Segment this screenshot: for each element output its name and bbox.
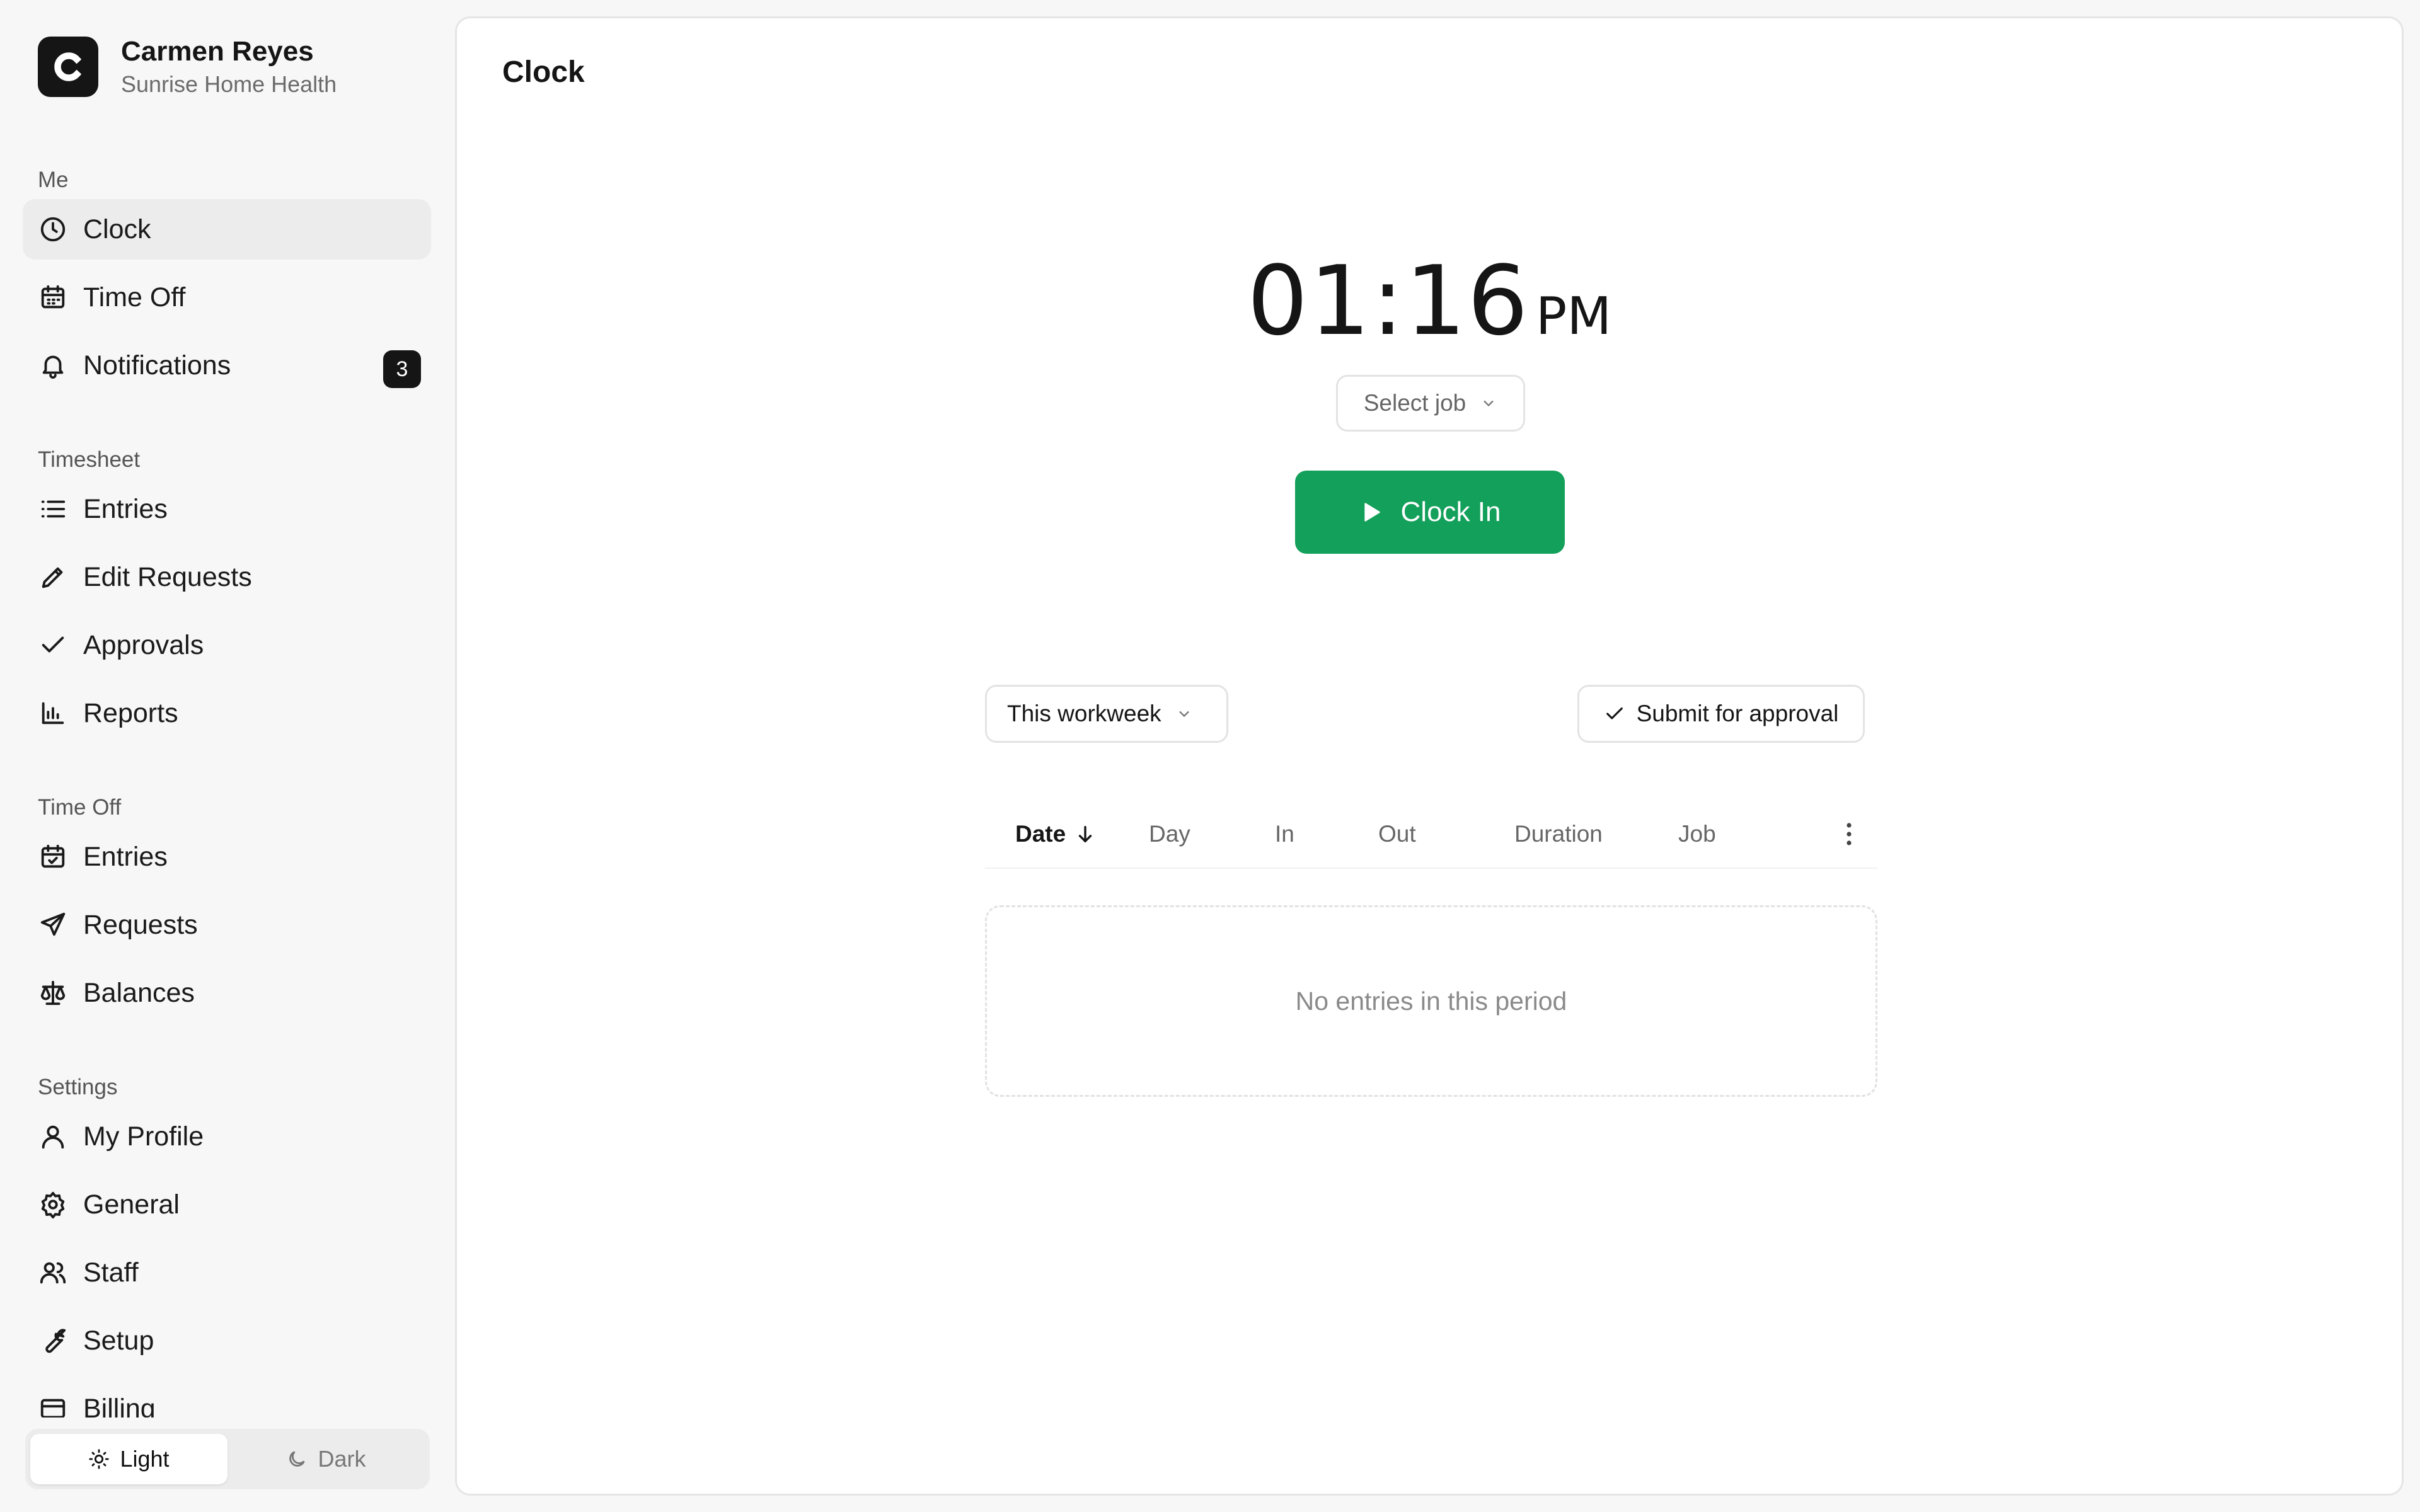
bell-icon <box>38 350 68 381</box>
nav-scroll-area[interactable]: Me Clock Time Off Notifications 3 Timesh… <box>0 0 452 1418</box>
sidebar-item-billing[interactable]: Billing <box>23 1378 431 1418</box>
clock-in-button[interactable]: Clock In <box>1295 471 1565 554</box>
clock-ampm: PM <box>1535 287 1612 346</box>
check-icon <box>1606 707 1623 719</box>
sidebar-item-reports[interactable]: Reports <box>23 683 431 743</box>
column-header-label: Date <box>1015 821 1066 847</box>
table-header: Date Day In Out Duration Job <box>985 799 1877 869</box>
chevron-down-icon <box>1484 400 1494 407</box>
column-header-label: In <box>1275 821 1294 847</box>
nav-section-time-off: Time Off Entries Requests Balances <box>0 791 452 1023</box>
calendar-check-icon <box>38 842 68 872</box>
theme-dark-label: Dark <box>318 1446 366 1472</box>
theme-light-label: Light <box>120 1446 170 1472</box>
sidebar-item-my-profile[interactable]: My Profile <box>23 1106 431 1167</box>
sidebar-item-edit-requests[interactable]: Edit Requests <box>23 547 431 607</box>
sidebar-item-label: My Profile <box>83 1121 204 1152</box>
user-icon <box>38 1121 68 1152</box>
column-header-label: Out <box>1378 821 1416 847</box>
column-header-out[interactable]: Out <box>1378 799 1416 869</box>
sidebar-item-label: Time Off <box>83 282 186 312</box>
sidebar-item-approvals[interactable]: Approvals <box>23 615 431 675</box>
theme-toggle: Light Dark <box>25 1429 430 1489</box>
sidebar-item-label: Requests <box>83 909 198 940</box>
empty-state: No entries in this period <box>985 905 1877 1097</box>
credit-card-icon <box>38 1394 68 1418</box>
sidebar-item-notifications[interactable]: Notifications 3 <box>23 335 431 396</box>
check-icon <box>38 630 68 660</box>
nav-section-settings: Settings My Profile General Staff Setup … <box>0 1071 452 1418</box>
kebab-icon <box>1847 823 1852 845</box>
sidebar-item-label: Entries <box>83 493 168 524</box>
sidebar-item-label: Staff <box>83 1257 139 1288</box>
column-header-label: Duration <box>1514 821 1603 847</box>
job-select[interactable]: Select job <box>1336 375 1525 432</box>
play-icon <box>1364 503 1380 522</box>
moon-icon <box>289 1451 306 1467</box>
submit-label: Submit for approval <box>1636 701 1839 726</box>
sun-icon <box>89 1449 110 1469</box>
notification-count-badge: 3 <box>383 350 421 388</box>
sidebar-item-requests[interactable]: Requests <box>23 895 431 955</box>
clock-in-label: Clock In <box>1400 496 1501 527</box>
arrow-down-icon <box>1079 825 1092 843</box>
sidebar-item-label: General <box>83 1189 180 1220</box>
chevron-down-icon <box>1178 711 1189 718</box>
sidebar-item-label: Edit Requests <box>83 561 252 592</box>
sidebar-item-time-off[interactable]: Time Off <box>23 267 431 328</box>
submit-for-approval-button[interactable]: Submit for approval <box>1577 685 1865 743</box>
sidebar-item-label: Entries <box>83 841 168 872</box>
page-title: Clock <box>502 55 585 89</box>
nav-section-title: Timesheet <box>38 447 141 472</box>
sidebar-item-label: Setup <box>83 1325 154 1356</box>
period-select[interactable]: This workweek <box>985 685 1228 743</box>
sidebar-item-label: Notifications <box>83 350 231 381</box>
gear-icon <box>38 1189 68 1220</box>
main-panel: Clock 01:16 PM Select job Clock In This w… <box>455 16 2404 1496</box>
sidebar: Carmen Reyes Sunrise Home Health Me Cloc… <box>0 0 452 1512</box>
nav-section-title: Time Off <box>38 795 122 820</box>
list-icon <box>38 494 68 524</box>
nav-section-title: Me <box>38 168 69 192</box>
column-header-in[interactable]: In <box>1275 799 1294 869</box>
pencil-icon <box>38 562 68 592</box>
sidebar-item-balances[interactable]: Balances <box>23 963 431 1023</box>
sidebar-item-label: Balances <box>83 977 195 1008</box>
users-icon <box>38 1257 68 1288</box>
column-header-label: Day <box>1149 821 1190 847</box>
sidebar-item-staff[interactable]: Staff <box>23 1242 431 1303</box>
nav-section-timesheet: Timesheet Entries Edit Requests Approval… <box>0 444 452 743</box>
calendar-icon <box>38 282 68 312</box>
sidebar-item-label: Billing <box>83 1393 156 1418</box>
period-select-value: This workweek <box>1007 701 1161 726</box>
column-header-duration[interactable]: Duration <box>1514 799 1603 869</box>
sidebar-item-time-off-entries[interactable]: Entries <box>23 827 431 887</box>
sidebar-item-label: Approvals <box>83 629 204 660</box>
column-header-job[interactable]: Job <box>1678 799 1716 869</box>
sidebar-item-timesheet-entries[interactable]: Entries <box>23 479 431 539</box>
empty-message: No entries in this period <box>1295 986 1567 1016</box>
column-header-day[interactable]: Day <box>1149 799 1190 869</box>
sidebar-item-label: Clock <box>83 214 151 244</box>
sidebar-item-setup[interactable]: Setup <box>23 1310 431 1371</box>
nav-section-me: Me Clock Time Off Notifications 3 <box>0 164 452 396</box>
clock-display: 01:16 PM <box>457 245 2402 357</box>
job-select-placeholder: Select job <box>1363 390 1466 416</box>
column-header-label: Job <box>1678 821 1716 847</box>
clock-icon <box>38 214 68 244</box>
clock-time: 01:16 <box>1247 245 1530 357</box>
sidebar-item-general[interactable]: General <box>23 1174 431 1235</box>
bar-chart-icon <box>38 698 68 728</box>
table-options-menu-icon[interactable] <box>1833 818 1865 850</box>
sidebar-item-clock[interactable]: Clock <box>23 199 431 260</box>
theme-dark-button[interactable]: Dark <box>228 1434 425 1484</box>
theme-light-button[interactable]: Light <box>30 1434 228 1484</box>
column-header-date[interactable]: Date <box>1015 799 1096 869</box>
send-icon <box>38 910 68 940</box>
scale-icon <box>38 978 68 1008</box>
wrench-icon <box>38 1326 68 1356</box>
sidebar-item-label: Reports <box>83 697 178 728</box>
nav-section-title: Settings <box>38 1075 118 1099</box>
